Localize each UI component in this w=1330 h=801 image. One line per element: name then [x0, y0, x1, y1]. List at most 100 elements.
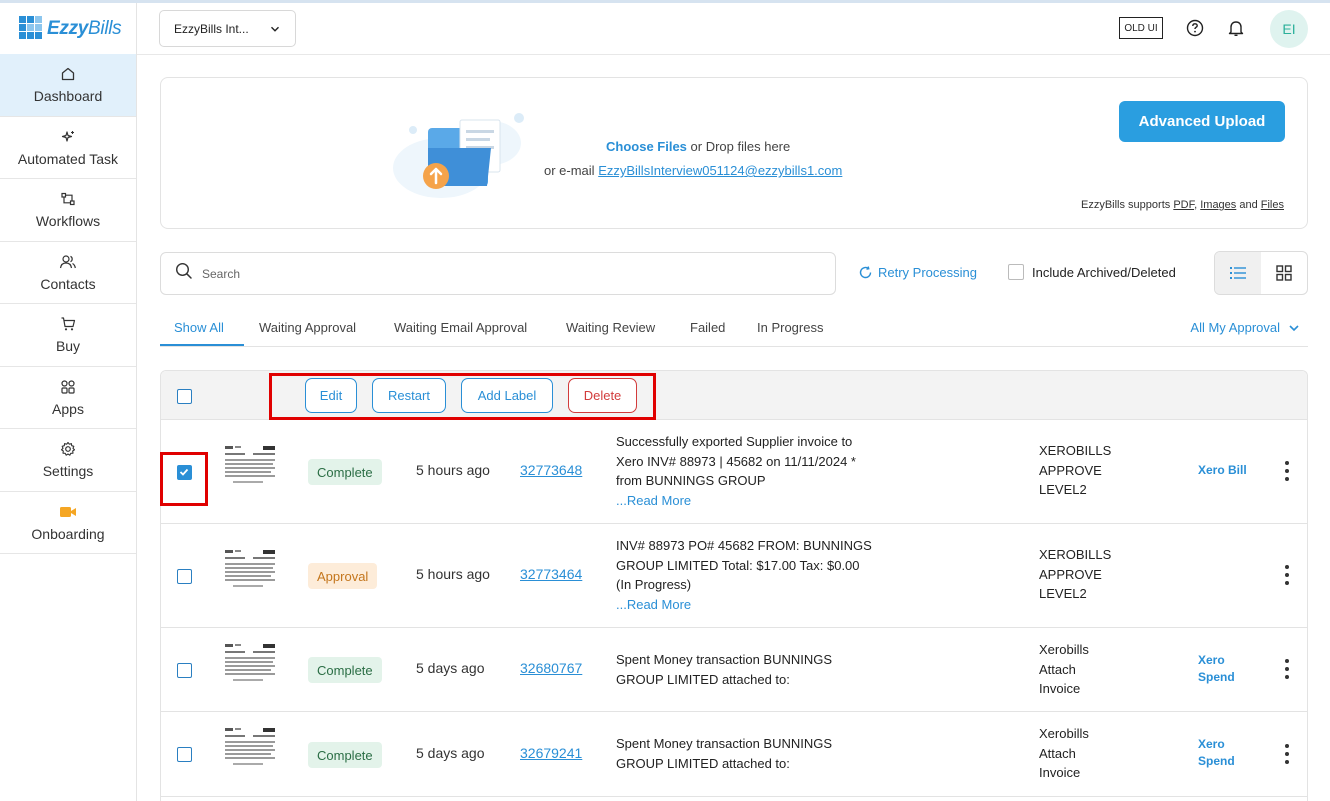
sidebar-item-label: Dashboard: [33, 88, 103, 105]
chevron-down-icon: [1289, 324, 1299, 331]
select-all-checkbox[interactable]: [177, 389, 192, 404]
sidebar-item-label: Buy: [55, 338, 81, 355]
logo-text: EzzyBills: [47, 17, 122, 39]
gear-icon: [59, 440, 77, 458]
sidebar-item-automated-task[interactable]: Automated Task: [0, 117, 136, 179]
workflow-stage: XEROBILLS APPROVE LEVEL2: [1039, 547, 1112, 601]
files-link[interactable]: Files: [1261, 199, 1284, 211]
document-thumbnail[interactable]: [223, 643, 277, 687]
sidebar-item-contacts[interactable]: Contacts: [0, 242, 136, 304]
more-options-icon[interactable]: [1283, 744, 1291, 764]
list-icon: [1230, 267, 1246, 279]
tab-failed[interactable]: Failed: [690, 320, 725, 335]
row-time: 5 hours ago: [416, 566, 490, 582]
table-row[interactable]: Complete 5 days ago 32679241 Spent Money…: [161, 712, 1307, 797]
table-row[interactable]: Complete 5 days ago 32680767 Spent Money…: [161, 628, 1307, 712]
tab-waiting-review[interactable]: Waiting Review: [566, 320, 655, 335]
avatar[interactable]: EI: [1270, 10, 1308, 48]
destination-link[interactable]: Xero Bill: [1198, 462, 1247, 479]
row-description: INV# 88973 PO# 45682 FROM: BUNNINGS GROU…: [616, 538, 872, 612]
sidebar-item-workflows[interactable]: Workflows: [0, 179, 136, 242]
row-description: Spent Money transaction BUNNINGS GROUP L…: [616, 736, 833, 771]
include-archived-checkbox[interactable]: [1008, 264, 1024, 280]
retry-processing-button[interactable]: Retry Processing: [858, 265, 977, 280]
sidebar-item-label: Settings: [42, 463, 94, 480]
more-options-icon[interactable]: [1283, 565, 1291, 585]
sidebar-item-label: Apps: [52, 400, 84, 417]
old-ui-button[interactable]: OLD UI: [1119, 17, 1163, 39]
sidebar-item-buy[interactable]: Buy: [0, 304, 136, 367]
read-more-link[interactable]: ...Read More: [616, 597, 691, 612]
row-time: 5 hours ago: [416, 462, 490, 478]
retry-label: Retry Processing: [878, 265, 977, 280]
status-badge: Complete: [308, 742, 382, 768]
selected-checkbox-highlight: [160, 452, 208, 506]
read-more-link[interactable]: ...Read More: [616, 493, 691, 508]
search-input[interactable]: Search: [160, 252, 836, 295]
choose-files-link[interactable]: Choose Files: [606, 139, 687, 154]
organization-name: EzzyBills Int...: [174, 21, 249, 36]
document-thumbnail[interactable]: [223, 727, 277, 771]
table-row[interactable]: Complete 5 hours ago 32773648 Successful…: [161, 420, 1307, 524]
grid-view-button[interactable]: [1261, 252, 1307, 294]
documents-table: Edit Restart Add Label Delete Complete 5…: [160, 370, 1308, 801]
upload-email-link[interactable]: EzzyBillsInterview051124@ezzybills1.com: [598, 163, 842, 178]
sidebar-item-dashboard[interactable]: Dashboard: [0, 54, 136, 117]
document-id-link[interactable]: 32679241: [520, 745, 582, 761]
sidebar-item-label: Contacts: [40, 275, 96, 292]
row-checkbox[interactable]: [177, 663, 192, 678]
workflow-stage: XEROBILLS APPROVE LEVEL2: [1039, 443, 1112, 497]
include-archived-toggle[interactable]: Include Archived/Deleted: [1008, 264, 1176, 280]
organization-select[interactable]: EzzyBills Int...: [159, 10, 296, 47]
status-tabs: Show All Waiting Approval Waiting Email …: [160, 310, 1308, 347]
active-tab-indicator: [160, 344, 244, 346]
status-badge: Complete: [308, 459, 382, 485]
tab-in-progress[interactable]: In Progress: [757, 320, 823, 335]
row-description: Spent Money transaction BUNNINGS GROUP L…: [616, 652, 833, 687]
more-options-icon[interactable]: [1283, 461, 1291, 481]
apps-icon: [59, 378, 77, 396]
logo-icon: [19, 16, 44, 41]
sidebar-item-onboarding[interactable]: Onboarding: [0, 492, 136, 554]
email-prefix: or e-mail: [544, 163, 599, 178]
pdf-link[interactable]: PDF: [1173, 199, 1194, 211]
document-id-link[interactable]: 32773648: [520, 462, 582, 478]
sidebar-item-label: Onboarding: [31, 525, 105, 542]
workflow-icon: [59, 190, 77, 208]
tab-waiting-email-approval[interactable]: Waiting Email Approval: [394, 320, 527, 335]
bell-icon[interactable]: [1226, 18, 1246, 38]
upload-email-line: or e-mail EzzyBillsInterview051124@ezzyb…: [544, 163, 842, 178]
sidebar-item-settings[interactable]: Settings: [0, 429, 136, 492]
row-checkbox[interactable]: [177, 747, 192, 762]
approval-filter-select[interactable]: All My Approval: [1190, 320, 1300, 335]
contacts-icon: [59, 253, 77, 271]
help-icon[interactable]: [1185, 18, 1205, 38]
search-icon: [175, 262, 193, 285]
upload-dropzone[interactable]: Choose Files or Drop files here or e-mai…: [160, 77, 1308, 229]
approval-filter-label: All My Approval: [1190, 320, 1280, 335]
table-row[interactable]: Approval 5 hours ago 32773464 INV# 88973…: [161, 524, 1307, 628]
tab-show-all[interactable]: Show All: [174, 320, 224, 335]
sidebar: EzzyBills Dashboard Automated Task Workf…: [0, 3, 137, 801]
workflow-stage: Xerobills Attach Invoice: [1039, 726, 1089, 780]
search-placeholder: Search: [202, 266, 241, 281]
advanced-upload-button[interactable]: Advanced Upload: [1119, 101, 1285, 142]
document-thumbnail[interactable]: [223, 549, 277, 593]
list-view-button[interactable]: [1215, 252, 1261, 294]
destination-link[interactable]: Xero Spend: [1198, 736, 1235, 770]
document-thumbnail[interactable]: [223, 445, 277, 489]
document-id-link[interactable]: 32773464: [520, 566, 582, 582]
upload-instructions: Choose Files or Drop files here: [606, 139, 790, 154]
destination-link[interactable]: Xero Spend: [1198, 652, 1235, 686]
document-id-link[interactable]: 32680767: [520, 660, 582, 676]
status-badge: Approval: [308, 563, 378, 589]
cart-icon: [59, 315, 77, 333]
logo[interactable]: EzzyBills: [0, 3, 136, 54]
supported-formats: EzzyBills supports PDF, Images and Files: [1081, 199, 1284, 211]
sidebar-item-apps[interactable]: Apps: [0, 367, 136, 429]
more-options-icon[interactable]: [1283, 659, 1291, 679]
row-checkbox[interactable]: [177, 569, 192, 584]
upload-folder-illustration: [391, 108, 531, 208]
images-link[interactable]: Images: [1200, 199, 1236, 211]
tab-waiting-approval[interactable]: Waiting Approval: [259, 320, 356, 335]
